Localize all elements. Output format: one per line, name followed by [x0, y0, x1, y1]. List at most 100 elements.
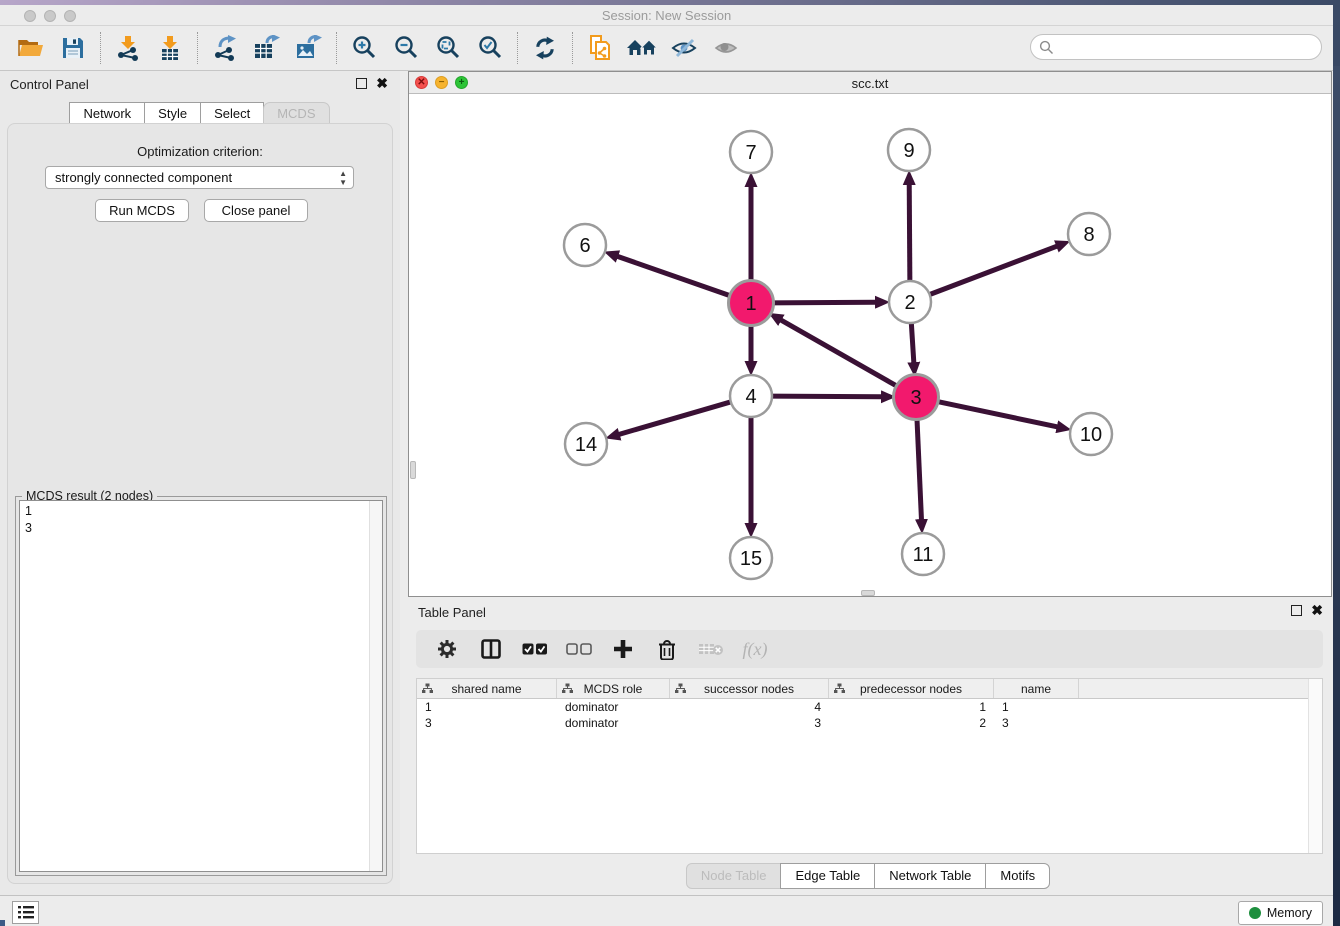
cell-predecessor-nodes[interactable]: 1: [829, 699, 994, 715]
import-network-icon[interactable]: [107, 30, 149, 66]
table-row[interactable]: 1 dominator 4 1 1: [417, 699, 1322, 715]
plus-icon[interactable]: [608, 636, 638, 662]
graph-edge-3-11[interactable]: [917, 416, 922, 520]
vertical-scrollbar-thumb[interactable]: [410, 461, 416, 479]
cell-name[interactable]: 3: [994, 715, 1079, 731]
graph-node-8[interactable]: 8: [1068, 213, 1110, 255]
graph-edge-2-9[interactable]: [909, 184, 910, 283]
unchecked-boxes-icon[interactable]: [564, 636, 594, 662]
column-header-successor-nodes[interactable]: successor nodes: [670, 679, 829, 698]
graph-node-6[interactable]: 6: [564, 224, 606, 266]
toolbar-separator: [336, 32, 337, 64]
table-row[interactable]: 3 dominator 3 2 3: [417, 715, 1322, 731]
float-panel-icon[interactable]: [356, 78, 367, 89]
graph-node-4[interactable]: 4: [730, 375, 772, 417]
svg-text:7: 7: [745, 142, 756, 164]
tab-edge-table[interactable]: Edge Table: [780, 863, 875, 889]
cell-name[interactable]: 1: [994, 699, 1079, 715]
graph-edge-4-3[interactable]: [770, 396, 882, 397]
houses-icon[interactable]: [621, 30, 663, 66]
graph-node-2[interactable]: 2: [889, 281, 931, 323]
table-toolbar: f(x): [416, 630, 1323, 668]
zoom-selected-icon[interactable]: [469, 30, 511, 66]
window-title: Session: New Session: [0, 8, 1333, 23]
close-panel-button[interactable]: Close panel: [204, 199, 308, 222]
cell-predecessor-nodes[interactable]: 2: [829, 715, 994, 731]
select-arrows-icon: ▲▼: [339, 169, 347, 187]
zoom-out-icon[interactable]: [385, 30, 427, 66]
graph-node-1[interactable]: 1: [729, 281, 774, 326]
graph-edge-1-6[interactable]: [617, 256, 733, 297]
zoom-in-icon[interactable]: [343, 30, 385, 66]
horizontal-scrollbar-thumb[interactable]: [861, 590, 875, 596]
cell-shared-name[interactable]: 3: [417, 715, 557, 731]
cell-successor-nodes[interactable]: 4: [670, 699, 829, 715]
import-table-icon[interactable]: [149, 30, 191, 66]
function-icon: f(x): [740, 636, 770, 662]
export-image-icon[interactable]: [288, 30, 330, 66]
graph-edge-3-1[interactable]: [781, 320, 900, 388]
tab-motifs[interactable]: Motifs: [985, 863, 1050, 889]
graph-edge-1-2[interactable]: [770, 302, 876, 303]
graph-node-11[interactable]: 11: [902, 533, 944, 575]
graph-node-15[interactable]: 15: [730, 537, 772, 579]
column-header-name[interactable]: name: [994, 679, 1079, 698]
eye-icon[interactable]: [705, 30, 747, 66]
graph-node-7[interactable]: 7: [730, 131, 772, 173]
checked-boxes-icon[interactable]: [520, 636, 550, 662]
column-header-predecessor-nodes[interactable]: predecessor nodes: [829, 679, 994, 698]
main-toolbar: [0, 26, 1333, 71]
graph-node-10[interactable]: 10: [1070, 413, 1112, 455]
save-session-icon[interactable]: [52, 30, 94, 66]
mcds-result-text[interactable]: 1 3: [19, 500, 383, 872]
column-header-shared-name[interactable]: shared name: [417, 679, 557, 698]
run-mcds-button[interactable]: Run MCDS: [95, 199, 189, 222]
svg-text:14: 14: [575, 434, 597, 456]
graph-node-14[interactable]: 14: [565, 423, 607, 465]
export-network-icon[interactable]: [204, 30, 246, 66]
documents-share-icon[interactable]: [579, 30, 621, 66]
graph-edge-2-8[interactable]: [928, 246, 1057, 295]
cell-shared-name[interactable]: 1: [417, 699, 557, 715]
table-scrollbar[interactable]: [1308, 679, 1322, 853]
float-table-panel-icon[interactable]: [1291, 605, 1302, 616]
tab-network-table[interactable]: Network Table: [874, 863, 986, 889]
eye-slash-icon[interactable]: [663, 30, 705, 66]
mcds-tab-content: Optimization criterion: strongly connect…: [7, 123, 393, 884]
open-session-icon[interactable]: [10, 30, 52, 66]
table-panel-title: Table Panel: [418, 605, 486, 620]
cell-mcds-role[interactable]: dominator: [557, 699, 670, 715]
network-graph[interactable]: 1 2 3 4 6 7 8 9 10 11 14 15: [409, 94, 1331, 596]
graph-edge-2-3[interactable]: [911, 321, 914, 363]
result-scrollbar[interactable]: [369, 501, 382, 871]
graph-node-9[interactable]: 9: [888, 129, 930, 171]
graph-edge-4-14[interactable]: [619, 401, 733, 434]
trash-icon[interactable]: [652, 636, 682, 662]
hierarchy-icon: [422, 683, 433, 694]
graph-edge-3-10[interactable]: [935, 401, 1058, 427]
criterion-select[interactable]: strongly connected component ▲▼: [45, 166, 354, 189]
graph-node-3[interactable]: 3: [894, 375, 939, 420]
cell-mcds-role[interactable]: dominator: [557, 715, 670, 731]
close-panel-icon[interactable]: ✖: [376, 78, 388, 89]
tab-node-table[interactable]: Node Table: [686, 863, 782, 889]
memory-button[interactable]: Memory: [1238, 901, 1323, 925]
search-box: [1030, 34, 1322, 60]
task-history-button[interactable]: [12, 901, 39, 924]
network-window-titlebar[interactable]: ✕ − + scc.txt: [409, 72, 1331, 94]
export-table-icon[interactable]: [246, 30, 288, 66]
close-table-panel-icon[interactable]: ✖: [1311, 605, 1323, 616]
node-table: shared name MCDS role successor nodes pr…: [416, 678, 1323, 854]
gear-icon[interactable]: [432, 636, 462, 662]
memory-label: Memory: [1267, 906, 1312, 920]
search-icon: [1039, 40, 1054, 55]
column-header-mcds-role[interactable]: MCDS role: [557, 679, 670, 698]
zoom-fit-icon[interactable]: [427, 30, 469, 66]
cell-successor-nodes[interactable]: 3: [670, 715, 829, 731]
table-panel: Table Panel ✖: [404, 597, 1333, 895]
hierarchy-icon: [834, 683, 845, 694]
split-columns-icon[interactable]: [476, 636, 506, 662]
refresh-icon[interactable]: [524, 30, 566, 66]
search-input[interactable]: [1054, 37, 1321, 57]
toolbar-separator: [572, 32, 573, 64]
